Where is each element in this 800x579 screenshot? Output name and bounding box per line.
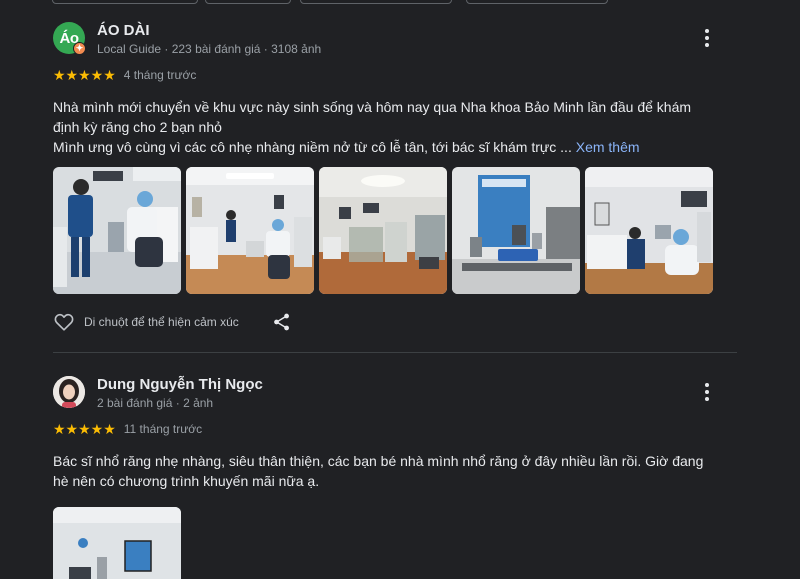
avatar[interactable] [53,376,85,408]
review-photos [53,167,743,294]
review-line: hè nên có chương trình khuyến mãi nữa ạ. [53,473,320,489]
author-meta: 2 bài đánh giá · 2 ảnh [97,396,214,410]
filter-chip[interactable] [300,0,452,4]
more-options-icon[interactable] [697,26,717,50]
share-icon[interactable] [271,311,293,333]
local-guide-badge-icon: ✦ [73,42,86,55]
more-options-icon[interactable] [697,380,717,404]
review-card: Áo ✦ ÁO DÀI Local Guide · 223 bài đánh g… [53,22,743,335]
heart-icon[interactable] [53,311,75,333]
see-more-link[interactable]: Xem thêm [576,139,640,155]
author-meta: Local Guide · 223 bài đánh giá · 3108 ản… [97,42,322,56]
review-time: 4 tháng trước [123,68,197,82]
review-line: Mình ưng vô cùng vì các cô nhẹ nhàng niề… [53,139,640,155]
rating-row: ★★★★★ 4 tháng trước [53,66,743,84]
review-header: Áo ✦ ÁO DÀI Local Guide · 223 bài đánh g… [53,22,743,62]
review-line: Nhà mình mới chuyển về khu vực này sinh … [53,99,692,115]
review-line: định kỳ răng cho 2 bạn nhỏ [53,119,222,135]
star-rating: ★★★★★ [53,420,116,437]
review-time: 11 tháng trước [123,422,203,436]
review-photo[interactable] [53,167,181,294]
reaction-hint: Di chuột để thể hiện cảm xúc [84,315,239,329]
author-name[interactable]: ÁO DÀI [97,22,150,39]
review-actions: Di chuột để thể hiện cảm xúc [53,311,743,335]
review-line: Bác sĩ nhổ răng nhẹ nhàng, siêu thân thi… [53,453,704,469]
review-photo[interactable] [319,167,447,294]
rating-row: ★★★★★ 11 tháng trước [53,420,743,438]
filter-chip[interactable] [466,0,608,4]
review-text: Nhà mình mới chuyển về khu vực này sinh … [53,97,733,157]
review-header: Dung Nguyễn Thị Ngọc 2 bài đánh giá · 2 … [53,376,743,416]
review-divider [53,352,737,353]
review-photo[interactable] [585,167,713,294]
filter-chip[interactable] [52,0,198,4]
review-photos [53,507,743,579]
review-photo[interactable] [53,507,181,579]
top-filter-bar [0,0,800,6]
review-photo[interactable] [452,167,580,294]
author-name[interactable]: Dung Nguyễn Thị Ngọc [97,376,263,393]
review-card: Dung Nguyễn Thị Ngọc 2 bài đánh giá · 2 … [53,376,743,579]
filter-chip[interactable] [205,0,291,4]
review-text: Bác sĩ nhổ răng nhẹ nhàng, siêu thân thi… [53,451,733,491]
review-photo[interactable] [186,167,314,294]
star-rating: ★★★★★ [53,66,116,83]
